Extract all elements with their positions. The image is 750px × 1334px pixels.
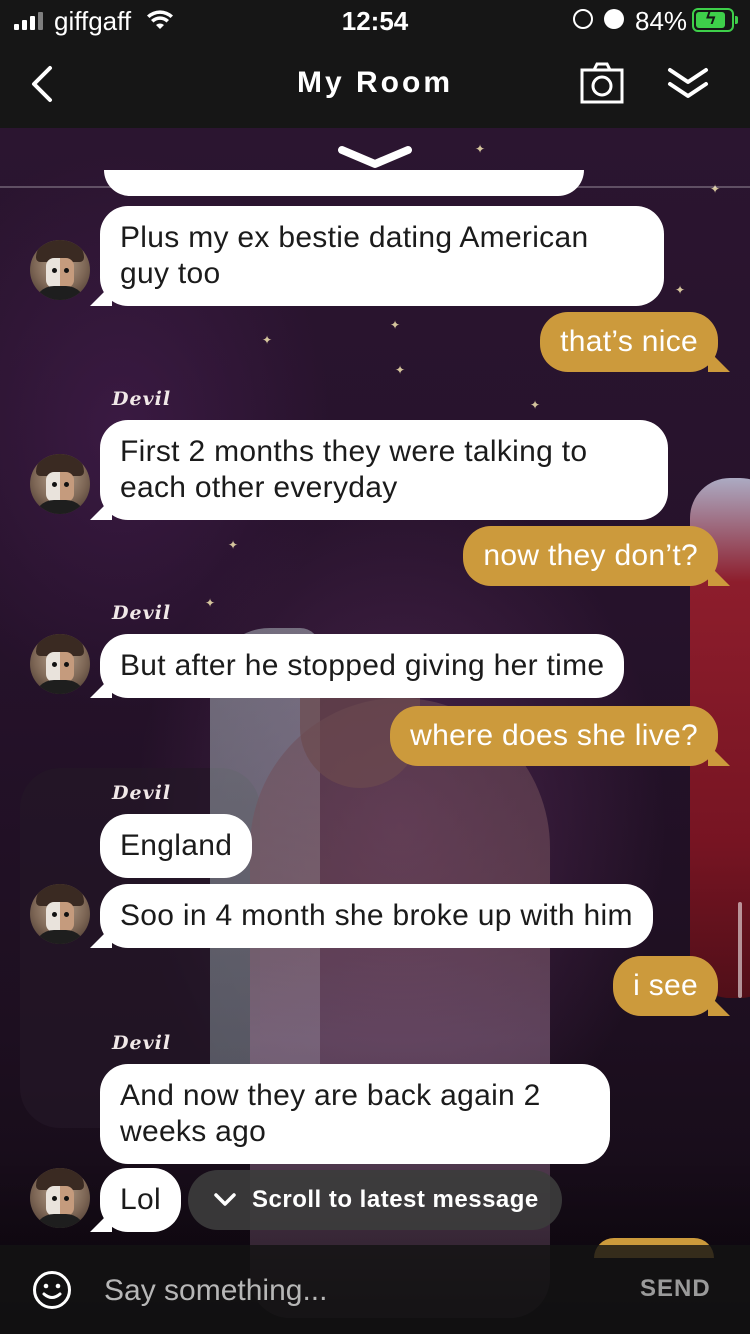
message-bubble-partial bbox=[104, 170, 584, 196]
avatar[interactable] bbox=[30, 454, 90, 514]
message-bubble-incoming: Lol bbox=[100, 1168, 181, 1232]
avatar[interactable] bbox=[30, 240, 90, 300]
avatar[interactable] bbox=[30, 884, 90, 944]
smiley-icon[interactable] bbox=[32, 1270, 72, 1310]
sender-name: Devil bbox=[112, 782, 172, 804]
message-bubble-outgoing: now they don’t? bbox=[463, 526, 718, 586]
sender-name: Devil bbox=[112, 1032, 172, 1054]
message-composer: SEND bbox=[0, 1245, 750, 1334]
message-bubble-incoming: First 2 months they were talking to each… bbox=[100, 420, 668, 520]
send-button[interactable]: SEND bbox=[640, 1275, 711, 1303]
message-bubble-incoming: And now they are back again 2 weeks ago bbox=[100, 1064, 610, 1164]
sender-name: Devil bbox=[112, 388, 172, 410]
message-bubble-incoming: But after he stopped giving her time bbox=[100, 634, 625, 698]
sender-name: Devil bbox=[112, 602, 172, 624]
message-bubble-outgoing: where does she live? bbox=[390, 706, 718, 766]
chat-message-list[interactable]: Plus my ex bestie dating American guy to… bbox=[0, 0, 750, 1258]
message-bubble-outgoing: i see bbox=[613, 956, 718, 1016]
avatar[interactable] bbox=[30, 1168, 90, 1228]
scrollbar[interactable] bbox=[738, 902, 742, 998]
message-bubble-outgoing: that’s nice bbox=[540, 312, 718, 372]
message-input[interactable] bbox=[104, 1269, 604, 1313]
chevron-down-icon bbox=[214, 1193, 236, 1206]
scroll-to-latest-button[interactable]: Scroll to latest message bbox=[188, 1170, 562, 1230]
scroll-to-latest-label: Scroll to latest message bbox=[252, 1186, 539, 1213]
message-bubble-incoming: Plus my ex bestie dating American guy to… bbox=[100, 206, 664, 306]
message-bubble-incoming: England bbox=[100, 814, 253, 878]
avatar[interactable] bbox=[30, 634, 90, 694]
message-bubble-incoming: Soo in 4 month she broke up with him bbox=[100, 884, 653, 948]
